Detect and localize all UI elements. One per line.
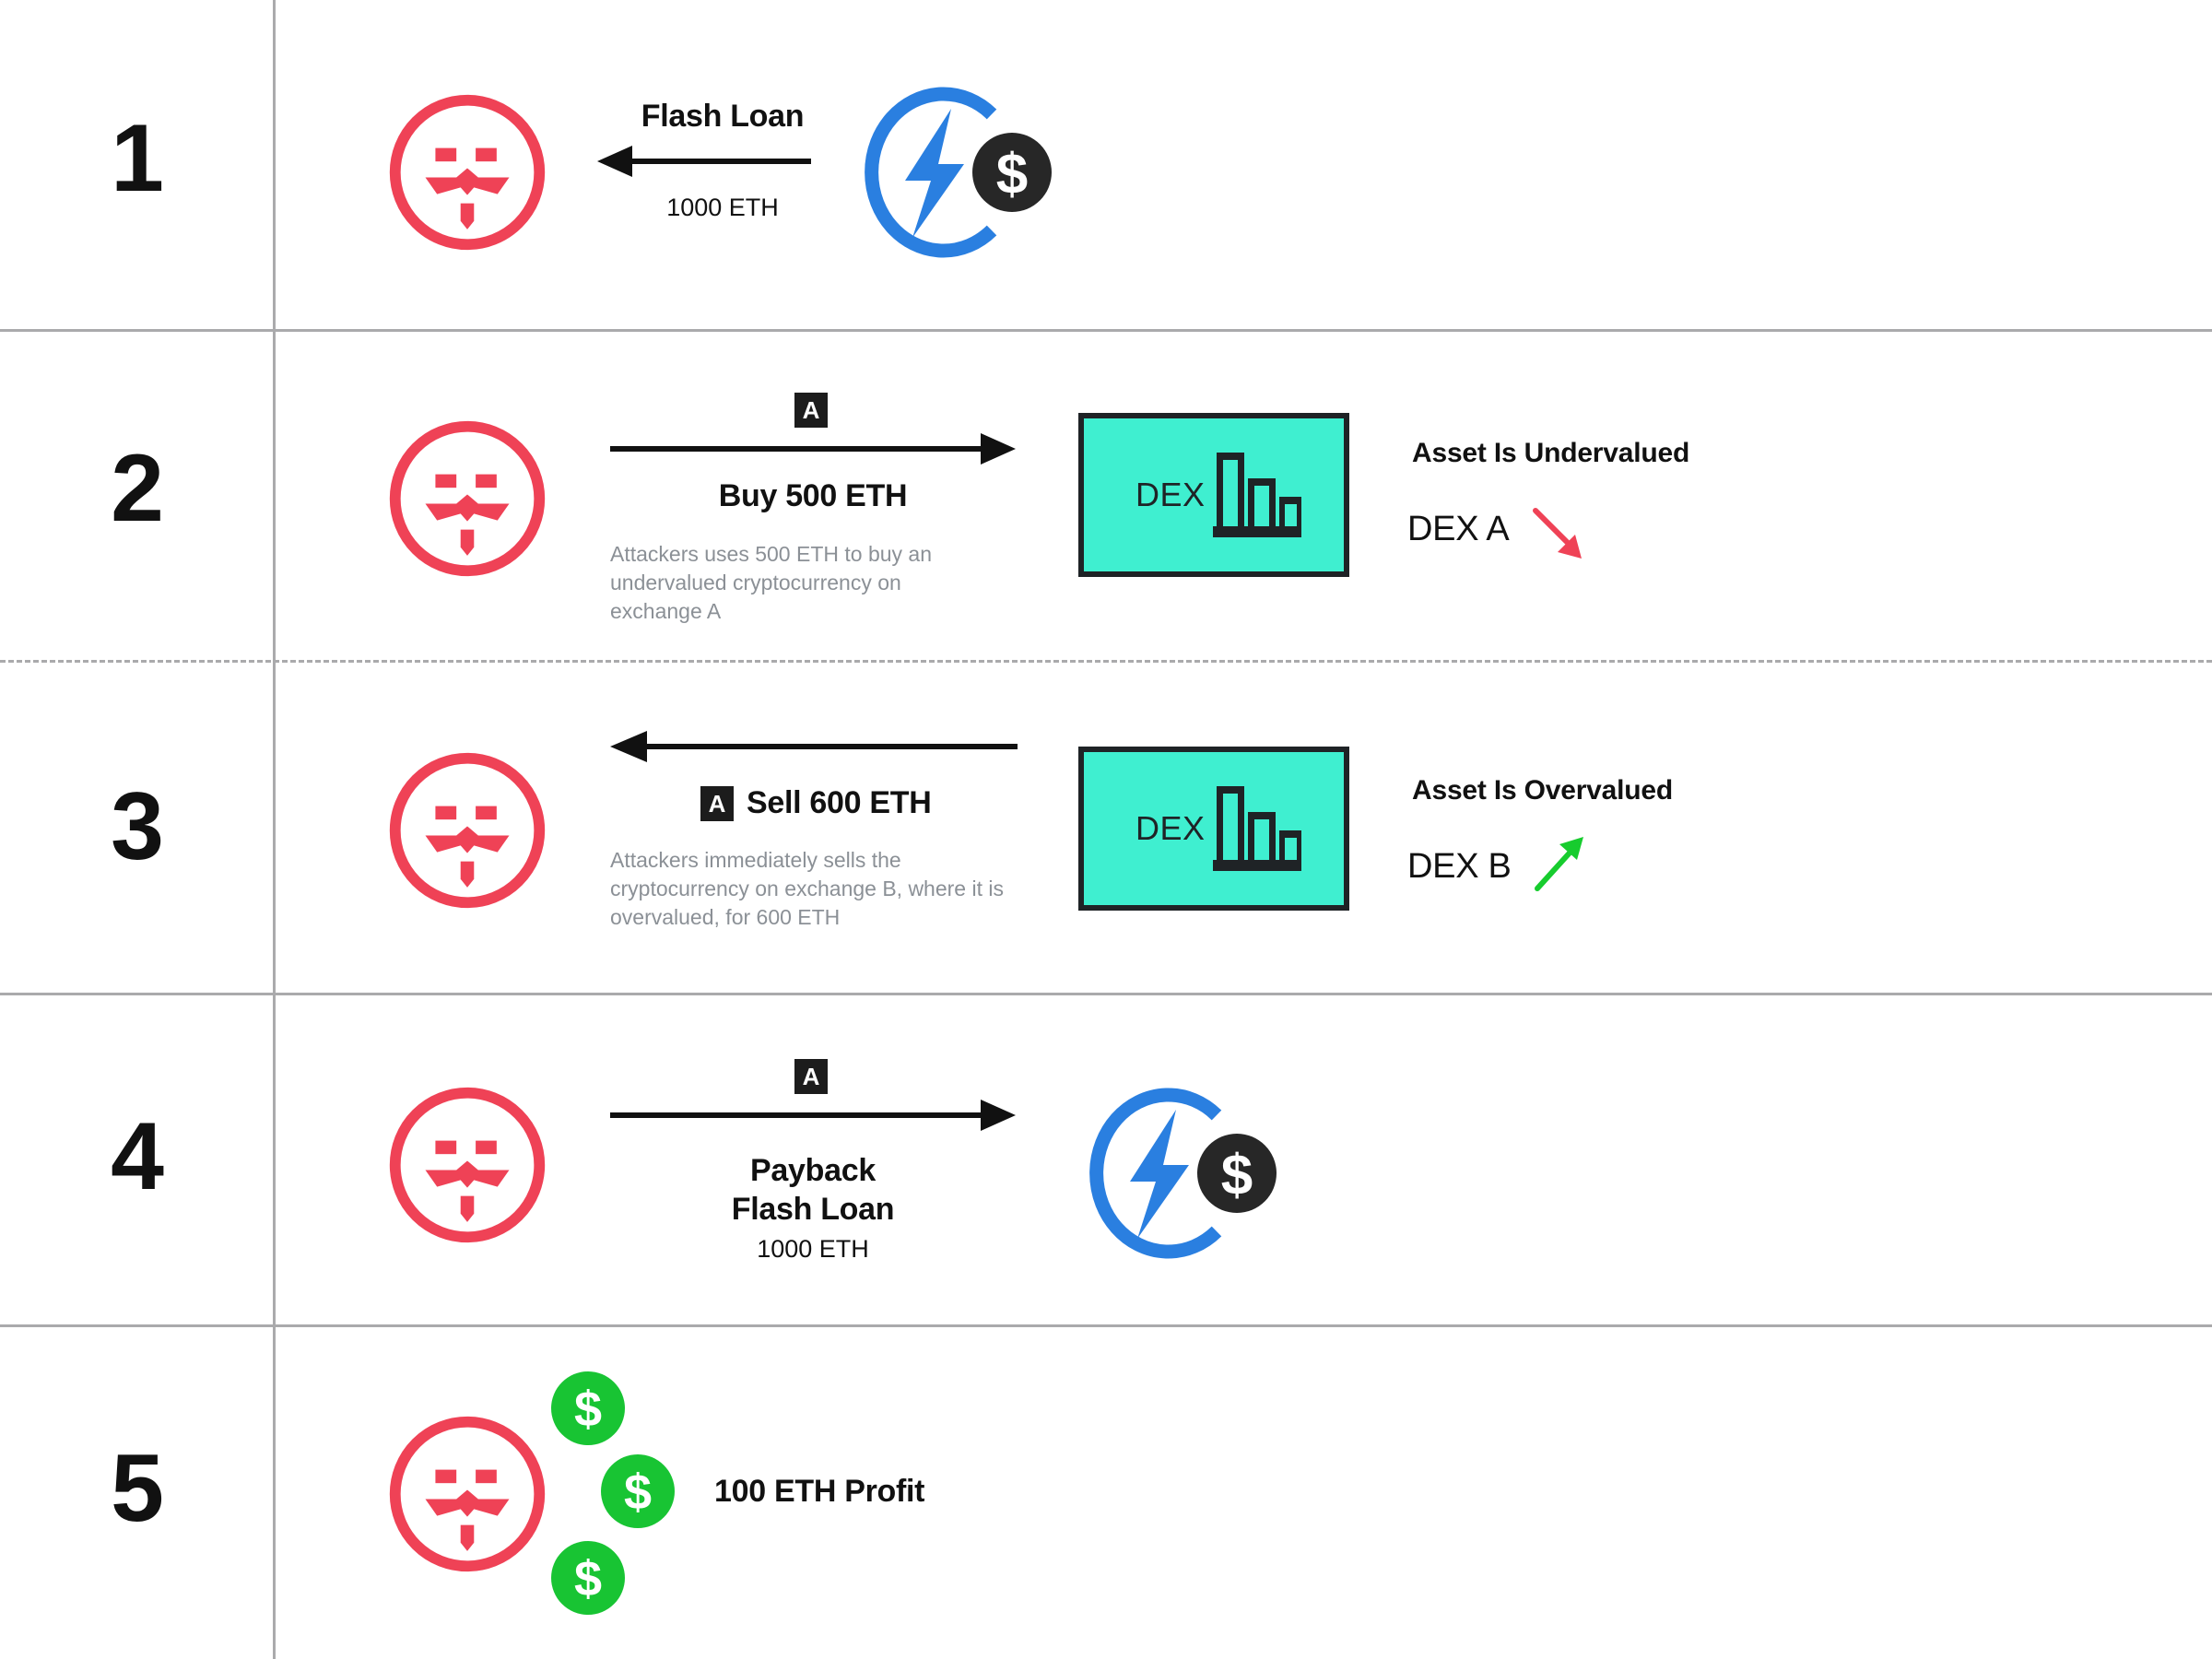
dex-card-b[interactable]: DEX — [1078, 747, 1349, 911]
attacker-face-icon — [389, 752, 546, 909]
row-divider-2-3-dashed — [0, 660, 2212, 663]
dollar-coin-icon: $ — [601, 1454, 675, 1528]
badge-exchange-a: A — [700, 785, 734, 821]
arrow-up-right-icon — [1535, 837, 1583, 891]
step-number-5: 5 — [111, 1435, 164, 1542]
arrow-down-right-icon — [1533, 508, 1582, 559]
row-divider-3-4 — [0, 993, 2212, 995]
dollar-coin-icon: $ — [551, 1371, 625, 1445]
payback-label-line2: Flash Loan — [731, 1192, 895, 1227]
row-divider-4-5 — [0, 1324, 2212, 1327]
flash-loan-attack-diagram: 1 Flash Loan 1000 ETH $ 2 A Buy 500 ETH … — [0, 0, 2212, 1659]
step-number-1: 1 — [111, 105, 164, 212]
valuation-title-a: Asset Is Undervalued — [1412, 438, 1690, 468]
flash-loan-arrow-label-above: Flash Loan — [641, 99, 805, 134]
dex-card-a[interactable]: DEX — [1078, 413, 1349, 577]
arrow-left-sell — [610, 731, 1018, 762]
payback-amount-label: 1000 ETH — [757, 1235, 869, 1263]
arrow-right-payback — [610, 1100, 1016, 1131]
step-number-2: 2 — [111, 435, 164, 542]
sell-eth-row: A Sell 600 ETH — [700, 785, 932, 821]
step-number-4: 4 — [111, 1103, 164, 1210]
dex-card-label: DEX — [1135, 476, 1206, 513]
attacker-face-icon — [389, 1087, 546, 1243]
step-number-3: 3 — [111, 773, 164, 880]
svg-text:$: $ — [996, 143, 1028, 206]
flash-loan-icon: $ — [1089, 1088, 1277, 1259]
badge-exchange-a: A — [794, 1059, 828, 1094]
arrow-right-buy — [610, 433, 1016, 465]
svg-text:$: $ — [574, 1382, 602, 1437]
bar-chart-descending-icon — [1213, 786, 1301, 871]
buy-eth-label: Buy 500 ETH — [718, 478, 908, 513]
row-divider-1-2 — [0, 329, 2212, 332]
step-2-description: Attackers uses 500 ETH to buy an underva… — [610, 542, 933, 624]
column-divider-vertical — [273, 0, 276, 1659]
step-3-description: Attackers immediately sells the cryptocu… — [610, 848, 1004, 930]
exchange-name-a: DEX A — [1407, 510, 1510, 548]
payback-label-line1: Payback — [750, 1153, 876, 1188]
svg-text:$: $ — [1221, 1144, 1253, 1207]
sell-eth-label: Sell 600 ETH — [747, 785, 932, 820]
valuation-title-b: Asset Is Overvalued — [1412, 775, 1674, 806]
profit-label: 100 ETH Profit — [714, 1474, 925, 1509]
svg-text:$: $ — [574, 1551, 602, 1606]
dex-card-label: DEX — [1135, 809, 1206, 847]
attacker-face-icon — [389, 1416, 546, 1572]
flash-loan-icon: $ — [865, 87, 1052, 258]
bar-chart-descending-icon — [1213, 453, 1301, 537]
arrow-left-flash-loan — [597, 146, 811, 177]
flash-loan-arrow-label-below: 1000 ETH — [666, 194, 779, 221]
attacker-face-icon — [389, 94, 546, 251]
svg-text:$: $ — [624, 1465, 652, 1520]
badge-exchange-a: A — [794, 393, 828, 428]
attacker-face-icon — [389, 420, 546, 577]
exchange-name-b: DEX B — [1407, 847, 1512, 886]
dollar-coin-icon: $ — [551, 1541, 625, 1615]
